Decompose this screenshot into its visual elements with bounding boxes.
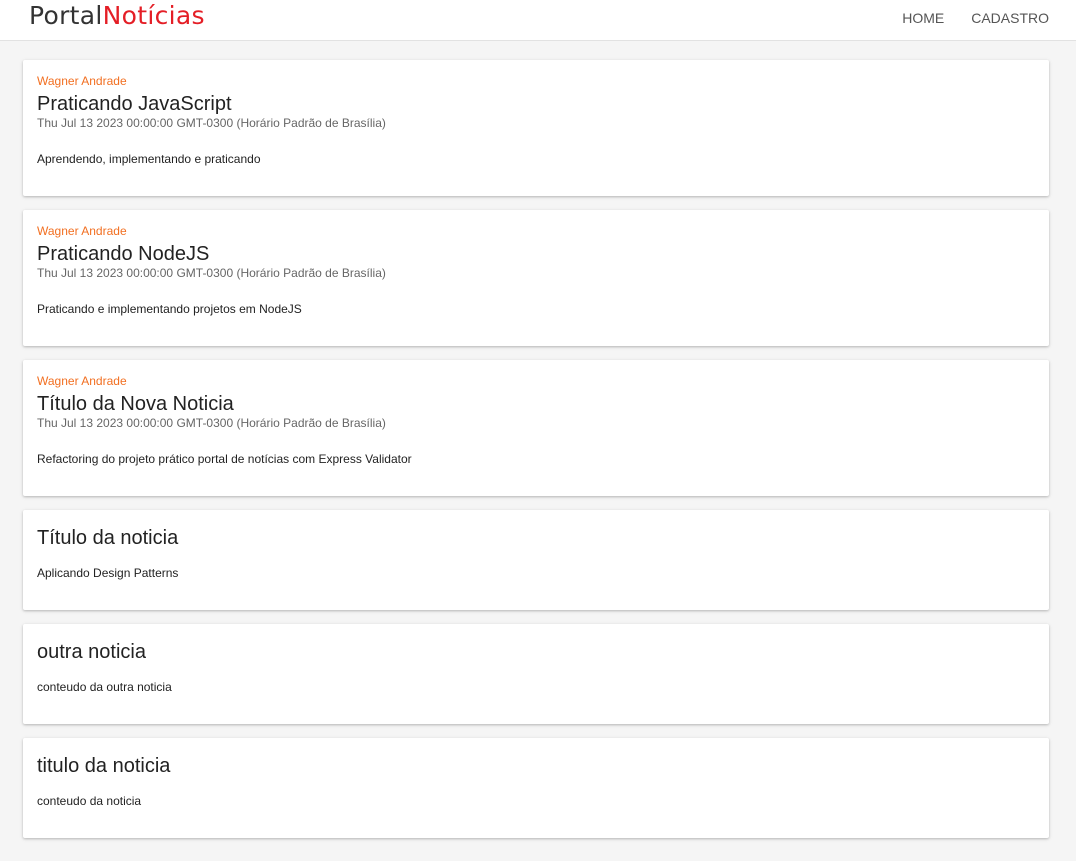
news-date: Thu Jul 13 2023 00:00:00 GMT-0300 (Horár…: [37, 266, 386, 280]
nav-cadastro-link[interactable]: CADASTRO: [971, 10, 1049, 26]
news-content: Aprendendo, implementando e praticando: [37, 152, 261, 166]
news-author: Wagner Andrade: [37, 224, 127, 238]
news-card: Wagner Andrade Praticando NodeJS Thu Jul…: [23, 210, 1049, 346]
nav-home-link[interactable]: HOME: [902, 10, 944, 26]
news-card: Wagner Andrade Praticando JavaScript Thu…: [23, 60, 1049, 196]
nav-menu: HOME CADASTRO: [902, 10, 1049, 26]
news-title: Praticando JavaScript: [37, 93, 232, 115]
news-content: Refactoring do projeto prático portal de…: [37, 452, 412, 466]
news-content: Aplicando Design Patterns: [37, 566, 179, 580]
news-content: conteudo da outra noticia: [37, 680, 172, 694]
news-title: Praticando NodeJS: [37, 243, 210, 265]
news-content: conteudo da noticia: [37, 794, 142, 808]
news-author: Wagner Andrade: [37, 374, 127, 388]
news-card: outra noticia conteudo da outra noticia: [23, 624, 1049, 724]
news-date: Thu Jul 13 2023 00:00:00 GMT-0300 (Horár…: [37, 416, 386, 430]
brand-logo[interactable]: PortalNotícias: [29, 0, 205, 32]
news-date: Thu Jul 13 2023 00:00:00 GMT-0300 (Horár…: [37, 116, 386, 130]
news-author: Wagner Andrade: [37, 74, 127, 88]
news-feed: Wagner Andrade Praticando JavaScript Thu…: [23, 60, 1049, 852]
top-navbar: PortalNotícias HOME CADASTRO: [0, 0, 1076, 41]
brand-logo-noticias: Notícias: [102, 1, 205, 30]
news-card: titulo da noticia conteudo da noticia: [23, 738, 1049, 838]
news-title: outra noticia: [37, 641, 146, 663]
news-content: Praticando e implementando projetos em N…: [37, 302, 302, 316]
brand-logo-portal: Portal: [29, 1, 103, 30]
news-title: titulo da noticia: [37, 755, 171, 777]
news-title: Título da Nova Noticia: [37, 393, 234, 415]
news-card: Wagner Andrade Título da Nova Noticia Th…: [23, 360, 1049, 496]
news-title: Título da noticia: [37, 527, 179, 549]
news-card: Título da noticia Aplicando Design Patte…: [23, 510, 1049, 610]
